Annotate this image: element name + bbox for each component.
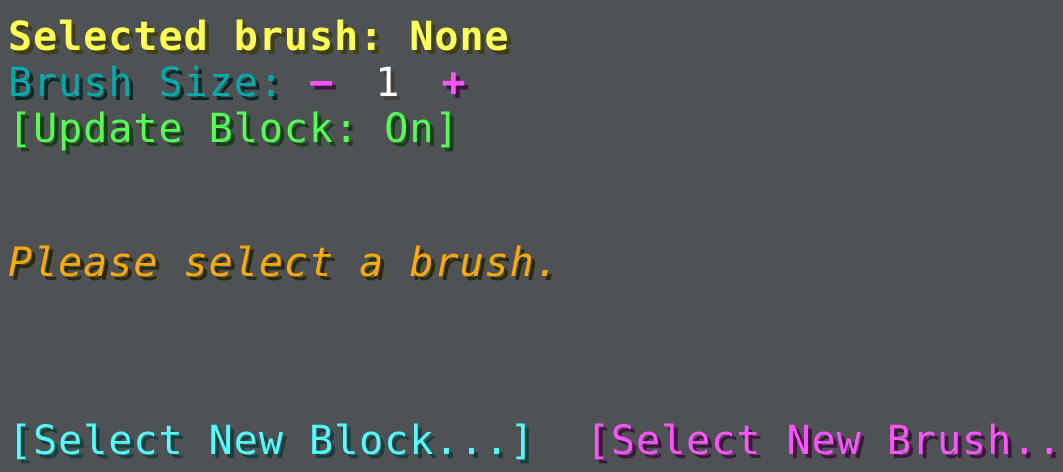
brush-tool-panel: Selected brush: None Brush Size: − 1 + [… [0, 0, 1063, 472]
brush-size-label: Brush Size: [8, 60, 284, 106]
select-new-block-button[interactable]: [Select New Block...] [8, 418, 535, 464]
selected-brush-title: Selected brush: None [8, 14, 510, 60]
status-message: Please select a brush. [8, 240, 560, 286]
brush-size-increment-button[interactable]: + [441, 60, 466, 106]
brush-size-value: 1 [375, 60, 401, 106]
update-block-toggle[interactable]: [Update Block: On] [8, 106, 459, 152]
action-row: [Select New Block...] [Select New Brush.… [8, 418, 1063, 464]
select-new-brush-button[interactable]: [Select New Brush...] [586, 418, 1063, 464]
brush-size-row: Brush Size: − 1 + [8, 60, 466, 106]
brush-size-decrement-button[interactable]: − [309, 60, 334, 106]
